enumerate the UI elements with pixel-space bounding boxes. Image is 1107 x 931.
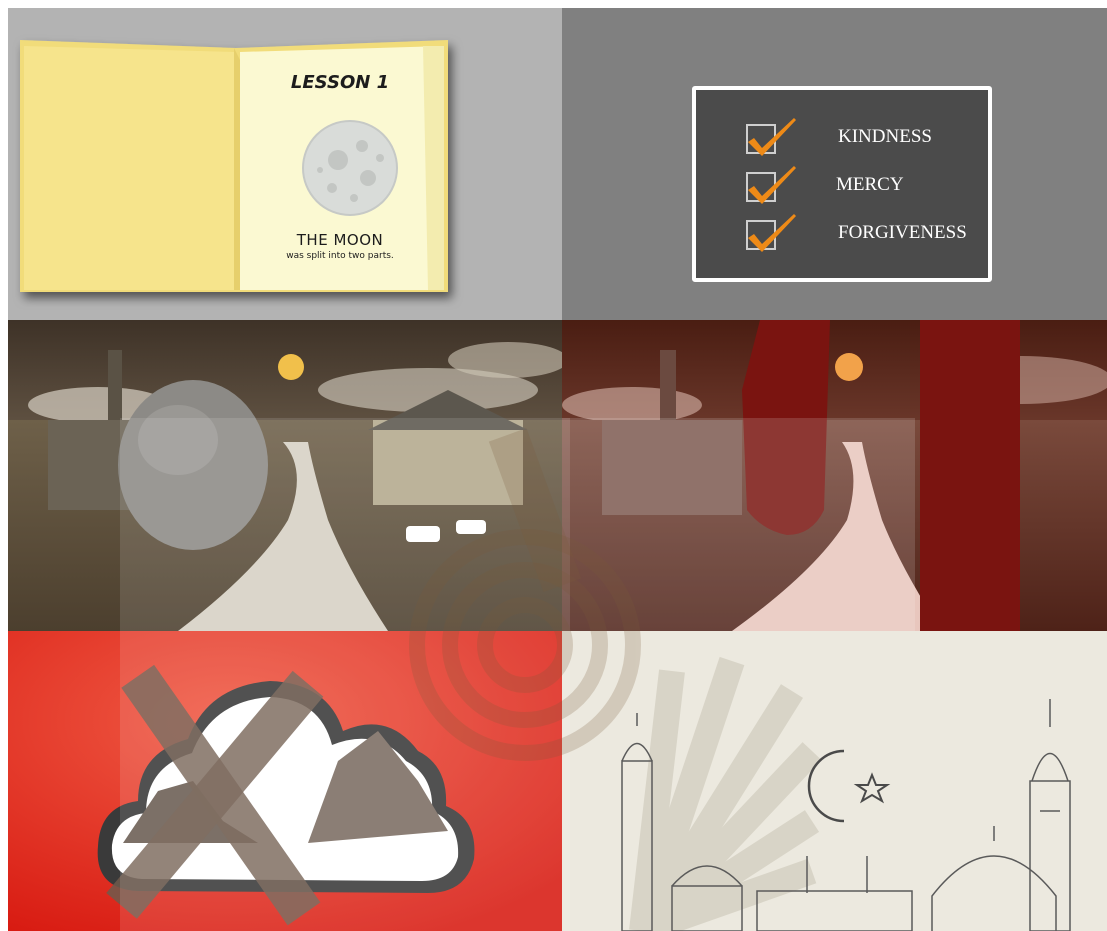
sun-icon: [835, 353, 863, 381]
pillars-landscape-scene: [562, 320, 1107, 631]
cloud-mountains-panel: [8, 631, 562, 931]
boulder-landscape-scene: [8, 320, 562, 631]
pillars-landscape-panel: [562, 320, 1107, 631]
checklist-label: FORGIVENESS: [838, 222, 967, 243]
moon-label: THE MOON: [296, 231, 384, 249]
open-book-illustration: [20, 40, 448, 292]
lesson-book-panel: LESSON 1 THE MOON was split into two par…: [8, 8, 562, 320]
checklist-item-mercy: MERCY: [696, 158, 988, 204]
moon-caption: was split into two parts.: [286, 251, 394, 261]
checklist-item-kindness: KINDNESS: [696, 110, 988, 156]
checkmark-icon: [748, 118, 796, 156]
checklist-label: KINDNESS: [838, 126, 932, 147]
boulder-landscape-panel: [8, 320, 562, 631]
checkmark-icon: [748, 166, 796, 204]
checklist-label: MERCY: [836, 174, 904, 195]
virtues-checklist-panel: KINDNESS MERCY FORGIVENESS: [562, 8, 1107, 320]
moon-icon: [302, 120, 398, 216]
checkmark-icon: [748, 214, 796, 252]
mosque-sketch-scene: [562, 631, 1107, 931]
mosque-sketch-panel: [562, 631, 1107, 931]
cloud-mountains-scene: [8, 631, 562, 931]
checklist-board: KINDNESS MERCY FORGIVENESS: [692, 86, 992, 282]
right-pillar: [920, 320, 1020, 631]
checklist-item-forgiveness: FORGIVENESS: [696, 206, 988, 252]
sun-icon: [278, 354, 304, 380]
left-pillar: [742, 320, 830, 535]
lesson-title: LESSON 1: [290, 72, 390, 93]
